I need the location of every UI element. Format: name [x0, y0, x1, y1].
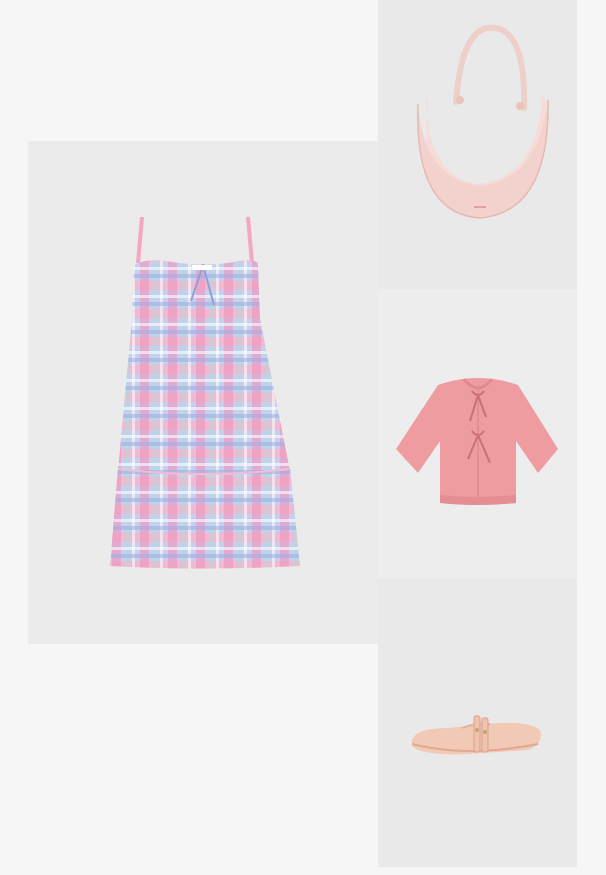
plaid-sundress-image [110, 216, 300, 569]
ballet-flats-image [411, 715, 541, 755]
crescent-bag-image [417, 24, 549, 219]
product-tile-cardigan[interactable] [378, 289, 577, 578]
product-tile-bag[interactable] [378, 0, 577, 289]
tie-cardigan-image [396, 378, 558, 505]
product-tile-dress[interactable] [28, 141, 378, 644]
product-tile-shoes[interactable] [378, 578, 577, 867]
